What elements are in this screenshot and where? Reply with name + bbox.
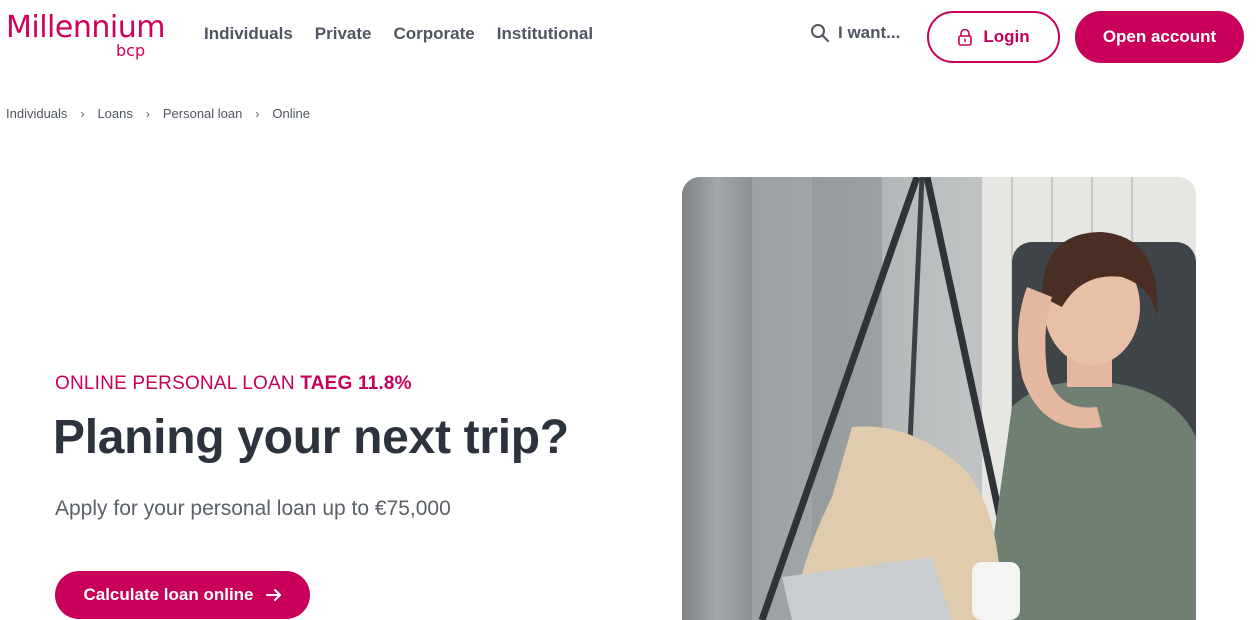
breadcrumb: Individuals › Loans › Personal loan › On… — [6, 106, 310, 121]
search-icon — [810, 23, 830, 43]
millennium-bcp-logo[interactable]: Millennium bcp — [6, 10, 171, 62]
hero-photo-woman-with-laptop — [682, 177, 1196, 620]
search-label: I want... — [838, 23, 901, 42]
nav-item-institutional[interactable]: Institutional — [497, 24, 593, 44]
hero-subtitle: Apply for your personal loan up to €75,0… — [55, 497, 451, 520]
search-trigger[interactable]: I want... — [810, 23, 900, 43]
nav-item-private[interactable]: Private — [315, 24, 372, 44]
breadcrumb-personal-loan[interactable]: Personal loan — [163, 106, 243, 121]
breadcrumb-separator: › — [145, 106, 150, 121]
nav-item-corporate[interactable]: Corporate — [394, 24, 475, 44]
open-account-button[interactable]: Open account — [1075, 11, 1244, 63]
open-account-label: Open account — [1102, 27, 1217, 46]
hero-eyebrow-text: ONLINE PERSONAL LOAN — [55, 373, 295, 394]
calculate-loan-label: Calculate loan online — [83, 585, 254, 604]
breadcrumb-loans[interactable]: Loans — [97, 106, 132, 121]
site-header: Millennium bcp Individuals Private Corpo… — [0, 0, 1260, 72]
breadcrumb-separator: › — [255, 106, 260, 121]
main-nav: Individuals Private Corporate Institutio… — [204, 24, 615, 44]
breadcrumb-online: Online — [272, 106, 310, 121]
breadcrumb-separator: › — [80, 106, 85, 121]
arrow-right-icon — [265, 588, 282, 602]
breadcrumb-individuals[interactable]: Individuals — [6, 106, 67, 121]
nav-item-individuals[interactable]: Individuals — [204, 24, 293, 44]
lock-icon — [957, 28, 973, 46]
hero-eyebrow: ONLINE PERSONAL LOAN TAEG 11.8% — [55, 373, 412, 395]
login-button[interactable]: Login — [927, 11, 1060, 63]
logo-wordmark: Millennium — [6, 10, 165, 45]
hero-title: Planing your next trip? — [53, 411, 569, 464]
logo-sub-wordmark: bcp — [116, 41, 146, 60]
hero-eyebrow-rate: TAEG 11.8% — [300, 373, 412, 394]
login-label: Login — [983, 27, 1030, 46]
calculate-loan-button[interactable]: Calculate loan online — [55, 571, 310, 619]
